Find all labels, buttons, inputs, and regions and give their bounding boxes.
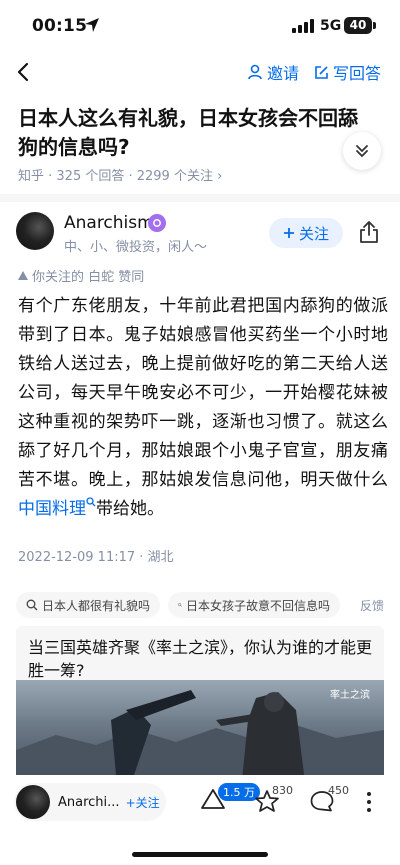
author-bio: 中、小、微投资，闲人～	[64, 240, 208, 255]
promo-card[interactable]: 当三国英雄齐聚《率土之滨》，你认为谁的才能更胜一筹? 率土之滨	[16, 626, 384, 786]
location-arrow-icon	[85, 18, 99, 32]
chip-label: 日本女孩子故意不回信息吗	[186, 598, 331, 613]
feedback-link[interactable]: 反馈	[360, 597, 384, 614]
search-icon	[86, 497, 96, 507]
author-name[interactable]: Anarchism	[64, 213, 154, 233]
related-chips: 日本人都很有礼貌吗 日本女孩子故意不回信息吗	[16, 592, 341, 618]
plus-icon	[283, 228, 294, 238]
promo-logo-text: 率土之滨	[330, 690, 370, 701]
status-bar: 00:15 5G 40	[0, 0, 400, 50]
keyword-link[interactable]: 中国料理	[18, 499, 86, 519]
signal-icon	[292, 19, 314, 33]
share-icon[interactable]	[358, 220, 380, 244]
author-avatar	[16, 785, 50, 819]
chip-label: 日本人都很有礼貌吗	[42, 598, 151, 613]
follow-label: 关注	[298, 224, 329, 243]
content-text: 有个广东佬朋友，十年前此君把国内舔狗的做派带到了日本。鬼子姑娘感冒他买药坐一个小…	[18, 296, 388, 490]
author-avatar[interactable]	[16, 212, 54, 250]
triangle-up-icon	[18, 271, 28, 280]
person-icon	[248, 64, 262, 80]
battery-icon: 40	[344, 17, 372, 34]
liked-by-text: 你关注的 白蛇 赞同	[32, 270, 145, 285]
invite-button[interactable]: 邀请	[247, 60, 299, 84]
home-indicator	[132, 852, 268, 857]
write-answer-button[interactable]: 写回答	[314, 60, 381, 84]
search-icon	[26, 599, 38, 611]
status-time: 00:15	[32, 16, 88, 36]
battery-level: 40	[349, 18, 367, 32]
comment-count: 450	[328, 784, 349, 797]
network-type: 5G	[320, 18, 342, 34]
bottom-follow-button[interactable]: +关注	[126, 794, 160, 811]
bottom-author-pill[interactable]: Anarchi... +关注	[14, 783, 166, 821]
bottom-author-name: Anarchi...	[58, 794, 120, 810]
more-options-icon[interactable]	[366, 791, 372, 813]
write-answer-label: 写回答	[333, 64, 382, 83]
battery-tip	[373, 22, 376, 29]
section-divider	[0, 194, 400, 202]
content-text-tail: 带给她。	[96, 499, 164, 519]
follow-button[interactable]: 关注	[269, 218, 343, 248]
invite-label: 邀请	[267, 64, 300, 83]
edit-icon	[315, 65, 328, 79]
related-chip[interactable]: 日本人都很有礼貌吗	[16, 592, 161, 618]
verified-badge-icon	[148, 214, 166, 232]
liked-by-row: 你关注的 白蛇 赞同	[18, 266, 144, 285]
question-title[interactable]: 日本人这么有礼貌，日本女孩会不回舔狗的信息吗?	[18, 104, 358, 162]
related-chip[interactable]: 日本女孩子故意不回信息吗	[168, 592, 341, 618]
favorite-count: 830	[272, 784, 293, 797]
back-chevron-icon[interactable]	[14, 60, 34, 84]
search-icon	[178, 603, 182, 607]
question-meta[interactable]: 知乎 · 325 个回答 · 2299 个关注 ›	[18, 165, 222, 184]
promo-artwork	[16, 690, 384, 786]
promo-title: 当三国英雄齐聚《率土之滨》，你认为谁的才能更胜一筹?	[28, 638, 373, 680]
answer-date: 2022-12-09 11:17 · 湖北	[18, 550, 174, 565]
collapse-button[interactable]	[343, 132, 381, 170]
double-chevron-down-icon	[356, 145, 368, 158]
answer-content: 有个广东佬朋友，十年前此君把国内舔狗的做派带到了日本。鬼子姑娘感冒他买药坐一个小…	[18, 292, 388, 524]
promo-image: 率土之滨	[16, 680, 384, 786]
